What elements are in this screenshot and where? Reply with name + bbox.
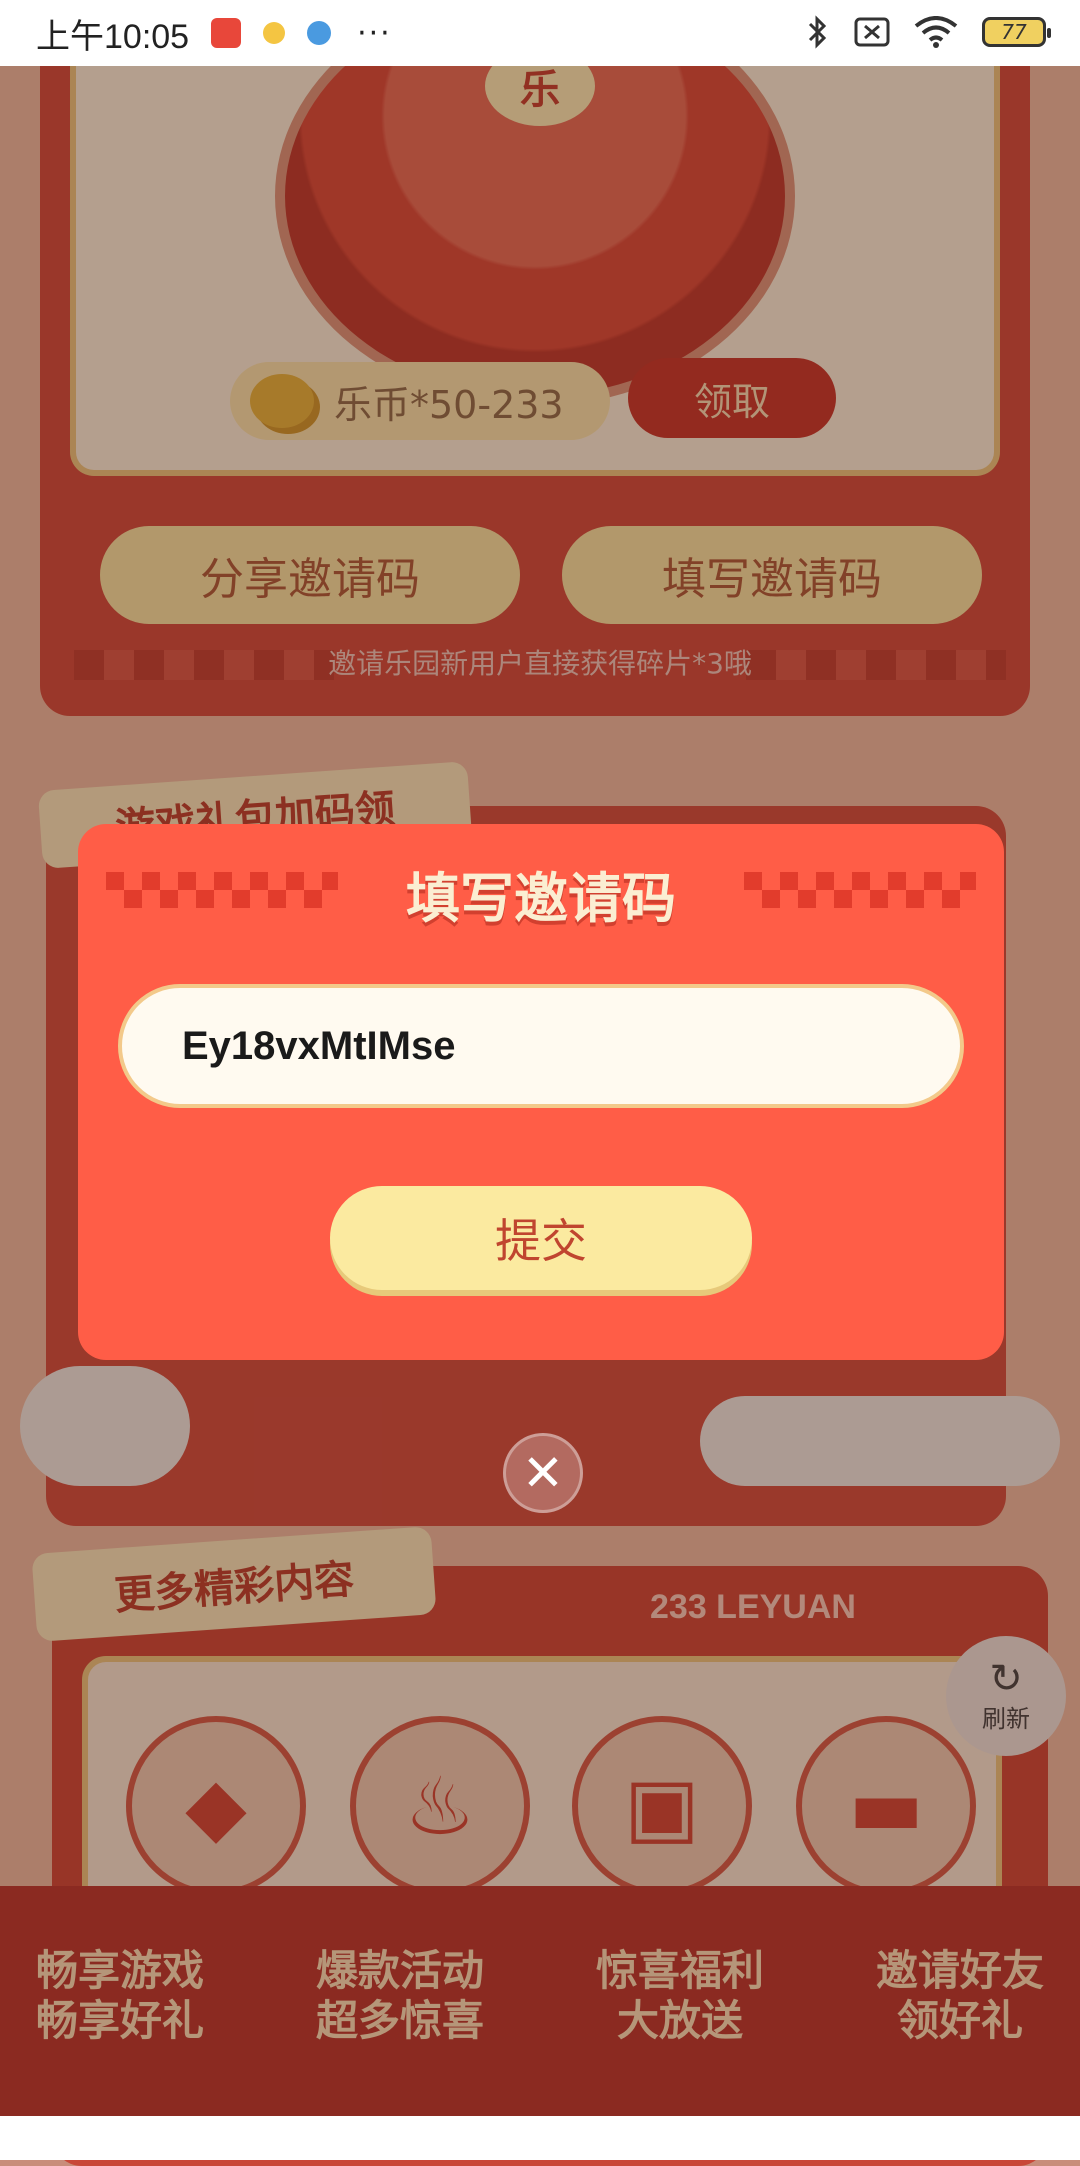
clock: 上午10:05	[36, 17, 190, 56]
more-notifications-icon: ···	[357, 15, 392, 51]
app-moon-icon	[263, 22, 286, 44]
invite-code-input[interactable]	[118, 984, 964, 1108]
dialog-title: 填写邀请码	[406, 867, 676, 930]
navigation-bar	[0, 2116, 1080, 2160]
bluetooth-icon	[808, 15, 827, 49]
invite-code-dialog: 填写邀请码 提交	[78, 824, 1004, 1360]
status-icons: 77	[806, 14, 1051, 50]
submit-button[interactable]: 提交	[330, 1186, 752, 1290]
app-map-icon	[307, 21, 332, 45]
app-58-icon	[211, 18, 242, 48]
battery-indicator: 77	[982, 17, 1051, 47]
status-bar: 上午10:05 ··· 77	[0, 0, 1080, 66]
close-icon[interactable]: ✕	[503, 1433, 583, 1513]
wifi-icon	[914, 16, 958, 48]
no-sim-icon	[854, 17, 890, 47]
